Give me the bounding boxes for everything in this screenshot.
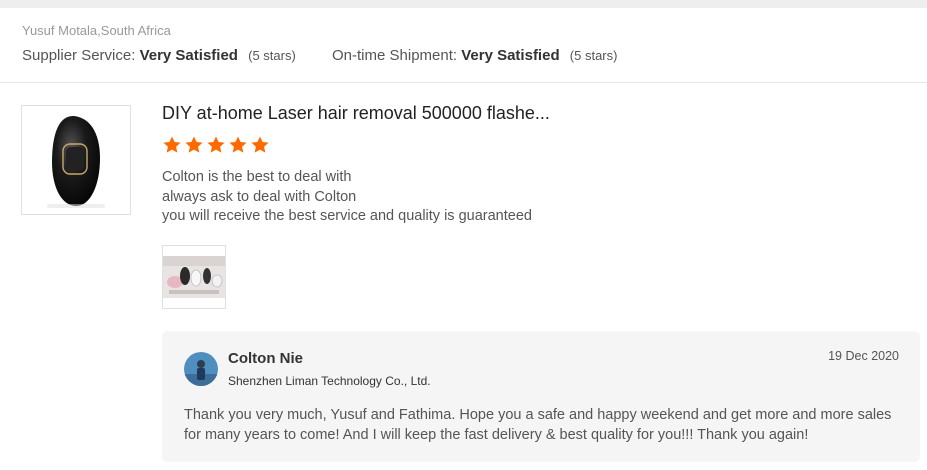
- ratings-row: Supplier Service: Very Satisfied (5 star…: [22, 47, 617, 64]
- supplier-reply-card: Colton Nie Shenzhen Liman Technology Co.…: [162, 331, 920, 462]
- product-thumbnail[interactable]: [21, 105, 131, 215]
- section-divider: [0, 82, 927, 83]
- review-line: always ask to deal with Colton: [162, 188, 357, 205]
- review-photo: [163, 256, 225, 298]
- star-icon: [207, 136, 225, 153]
- star-icon: [251, 136, 269, 153]
- star-icon: [185, 136, 203, 153]
- reply-text: Thank you very much, Yusuf and Fathima. …: [184, 407, 892, 443]
- reply-date: 19 Dec 2020: [828, 349, 899, 363]
- supplier-service-rating: Supplier Service: Very Satisfied (5 star…: [22, 47, 296, 64]
- on-time-shipment-value: Very Satisfied: [461, 47, 560, 64]
- reply-company-name: Shenzhen Liman Technology Co., Ltd.: [228, 374, 431, 388]
- review-line: Colton is the best to deal with: [162, 169, 352, 185]
- product-star-rating: [162, 135, 272, 157]
- star-icon: [163, 136, 181, 153]
- review-line: you will receive the best service and qu…: [162, 208, 532, 224]
- supplier-service-value: Very Satisfied: [139, 47, 238, 64]
- on-time-shipment-rating: On-time Shipment: Very Satisfied (5 star…: [332, 47, 617, 64]
- top-separator-bar: [0, 0, 927, 8]
- laser-epilator-image: [47, 115, 105, 208]
- review-text: Colton is the best to deal with always a…: [162, 168, 532, 227]
- supplier-service-note: (5 stars): [248, 48, 296, 63]
- reply-author-name: Colton Nie: [228, 350, 303, 367]
- reviewer-name-location: Yusuf Motala,South Africa: [22, 23, 171, 38]
- on-time-shipment-note: (5 stars): [569, 48, 618, 63]
- product-title-link[interactable]: DIY at-home Laser hair removal 500000 fl…: [162, 103, 550, 124]
- on-time-shipment-label: On-time Shipment:: [332, 47, 458, 64]
- avatar[interactable]: [184, 352, 218, 386]
- review-photo-thumbnail[interactable]: [162, 245, 226, 309]
- supplier-avatar-image: [184, 352, 218, 386]
- supplier-service-label: Supplier Service:: [22, 47, 136, 64]
- star-icon: [229, 136, 247, 153]
